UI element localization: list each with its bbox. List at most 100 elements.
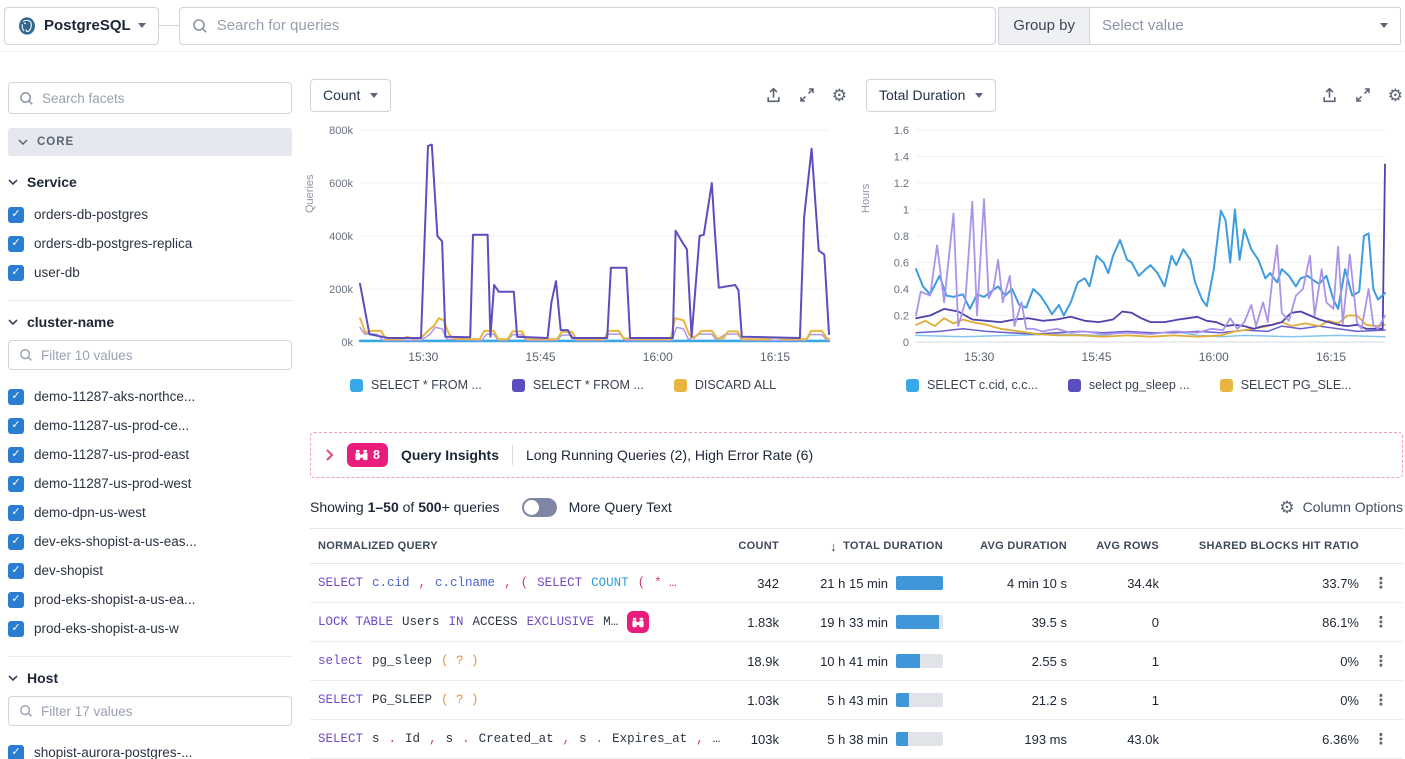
header-count[interactable]: COUNT	[721, 540, 779, 552]
duration-legend: SELECT c.cid, c.c... select pg_sleep ... S…	[906, 378, 1403, 392]
header-normalized-query[interactable]: NORMALIZED QUERY	[310, 540, 721, 552]
product-select[interactable]: PostgreSQL	[4, 7, 159, 45]
facet-item[interactable]: ✓prod-eks-shopist-a-us-ea...	[8, 585, 292, 614]
query-search-input[interactable]	[217, 17, 984, 34]
facet-title-service[interactable]: Service	[8, 174, 292, 190]
legend-item[interactable]: DISCARD ALL	[674, 378, 776, 392]
search-icon	[19, 704, 33, 718]
fullscreen-icon[interactable]	[1355, 87, 1371, 103]
total-duration-value: 21 h 15 min	[820, 576, 888, 591]
svg-text:15:30: 15:30	[964, 350, 994, 364]
table-row[interactable]: SELECT s. Id, s. Created_at, s. Expires_…	[310, 720, 1403, 759]
facet-title-label: Service	[27, 174, 77, 190]
facet-item[interactable]: ✓dev-shopist	[8, 556, 292, 585]
insight-badge-icon[interactable]	[627, 611, 649, 633]
checkbox-checked[interactable]: ✓	[8, 265, 24, 281]
query-token: PG_SLEEP	[372, 693, 432, 707]
checkbox-checked[interactable]: ✓	[8, 592, 24, 608]
table-row[interactable]: SELECT c.cid, c.clname, ( SELECT COUNT (…	[310, 564, 1403, 603]
facet-item[interactable]: ✓shopist-aurora-postgres-...	[8, 738, 292, 759]
more-query-text-toggle[interactable]	[522, 498, 557, 517]
divider	[512, 445, 513, 465]
metric-select[interactable]: Total Duration	[866, 79, 996, 112]
checkbox-checked[interactable]: ✓	[8, 389, 24, 405]
table-row[interactable]: select pg_sleep ( ? )18.9k10 h 41 min2.5…	[310, 642, 1403, 681]
list-toolbar: Showing 1–50 of 500+ queries More Query …	[310, 492, 1403, 522]
facet-filter-input[interactable]	[41, 348, 281, 363]
query-token: * …	[654, 576, 677, 590]
facet-item-label: demo-11287-us-prod-east	[34, 447, 189, 462]
facet-item[interactable]: ✓demo-11287-us-prod-west	[8, 469, 292, 498]
table-row[interactable]: LOCK TABLE Users IN ACCESS EXCLUSIVE M…1…	[310, 603, 1403, 642]
count-plot-area[interactable]: 0k200k400k600k800k15:3015:4516:0016:15	[310, 118, 847, 368]
header-avg-rows[interactable]: AVG ROWS	[1067, 540, 1159, 552]
facet-title-label: Host	[27, 670, 58, 686]
export-icon[interactable]	[1321, 87, 1338, 104]
checkbox-checked[interactable]: ✓	[8, 505, 24, 521]
legend-label: select pg_sleep ...	[1089, 378, 1190, 392]
facet-search-input[interactable]	[42, 91, 281, 106]
facet-item[interactable]: ✓ demo-11287-us-prod-east	[8, 440, 292, 469]
facet-item[interactable]: ✓user-db	[8, 258, 292, 287]
legend-item[interactable]: select pg_sleep ...	[1068, 378, 1190, 392]
total-duration-value: 10 h 41 min	[820, 654, 888, 669]
checkbox-checked[interactable]: ✓	[8, 563, 24, 579]
facet-item[interactable]: ✓demo-dpn-us-west	[8, 498, 292, 527]
facet-item[interactable]: ✓orders-db-postgres	[8, 200, 292, 229]
legend-item[interactable]: SELECT c.cid, c.c...	[906, 378, 1038, 392]
column-options-button[interactable]: ⚙ Column Options	[1279, 499, 1403, 516]
kebab-menu-icon[interactable]: ⋮	[1374, 731, 1389, 748]
checkbox-checked[interactable]: ✓	[8, 236, 24, 252]
checkbox-checked[interactable]: ✓	[8, 447, 24, 463]
facet-item[interactable]: ✓demo-11287-us-prod-ce...	[8, 411, 292, 440]
kebab-menu-icon[interactable]: ⋮	[1374, 575, 1389, 592]
kebab-menu-icon[interactable]: ⋮	[1374, 692, 1389, 709]
duration-chart[interactable]: Hours 00.20.40.60.811.21.41.615:3015:451…	[866, 118, 1403, 392]
series-purple-main	[360, 145, 829, 338]
cell-actions: ⋮	[1359, 652, 1403, 670]
checkbox-checked[interactable]: ✓	[8, 745, 24, 759]
duration-chart-panel: Total Duration ⚙ Hours 00.20.40.60.811.2…	[866, 78, 1403, 392]
gear-icon[interactable]: ⚙	[832, 87, 847, 104]
kebab-menu-icon[interactable]: ⋮	[1374, 653, 1389, 670]
total-duration-value: 5 h 43 min	[827, 693, 888, 708]
kebab-menu-icon[interactable]: ⋮	[1374, 614, 1389, 631]
legend-item[interactable]: SELECT PG_SLE...	[1220, 378, 1352, 392]
facet-filter-input[interactable]	[41, 704, 281, 719]
header-avg-duration[interactable]: AVG DURATION	[949, 540, 1067, 552]
metric-select[interactable]: Count	[310, 79, 391, 112]
count-chart[interactable]: Queries 0k200k400k600k800k15:3015:4516:0…	[310, 118, 847, 392]
cell-total-duration: 19 h 33 min	[779, 615, 949, 630]
header-total-duration[interactable]: ↓ TOTAL DURATION	[779, 539, 949, 554]
query-token: Id	[405, 732, 420, 746]
facet-title-cluster-name[interactable]: cluster-name	[8, 314, 292, 330]
facet-item[interactable]: ✓demo-11287-aks-northce...	[8, 382, 292, 411]
group-by-select[interactable]: Select value	[1089, 7, 1401, 45]
facet-item[interactable]: ✓orders-db-postgres-replica	[8, 229, 292, 258]
svg-text:1.4: 1.4	[894, 152, 909, 164]
chevron-down-icon	[975, 93, 983, 98]
checkbox-checked[interactable]: ✓	[8, 476, 24, 492]
gear-icon[interactable]: ⚙	[1388, 87, 1403, 104]
checkbox-checked[interactable]: ✓	[8, 621, 24, 637]
duration-plot-area[interactable]: 00.20.40.60.811.21.41.615:3015:4516:0016…	[866, 118, 1403, 368]
cell-count: 1.83k	[721, 615, 779, 630]
legend-item[interactable]: SELECT * FROM ...	[350, 378, 482, 392]
checkbox-checked[interactable]: ✓	[8, 207, 24, 223]
core-section-header[interactable]: CORE	[8, 128, 292, 156]
legend-item[interactable]: SELECT * FROM ...	[512, 378, 644, 392]
checkbox-checked[interactable]: ✓	[8, 418, 24, 434]
facet-item[interactable]: ✓prod-eks-shopist-a-us-w	[8, 614, 292, 643]
export-icon[interactable]	[765, 87, 782, 104]
fullscreen-icon[interactable]	[799, 87, 815, 103]
checkbox-checked[interactable]: ✓	[8, 534, 24, 550]
query-insights-banner[interactable]: 8 Query Insights Long Running Queries (2…	[310, 432, 1403, 478]
chevron-down-icon	[370, 93, 378, 98]
table-row[interactable]: SELECT PG_SLEEP ( ? )1.03k5 h 43 min21.2…	[310, 681, 1403, 720]
query-token: SELECT	[537, 576, 582, 590]
facet-item[interactable]: ✓dev-eks-shopist-a-us-eas...	[8, 527, 292, 556]
header-shared-blocks-hit-ratio[interactable]: SHARED BLOCKS HIT RATIO	[1159, 540, 1359, 552]
query-token: SELECT	[318, 693, 363, 707]
facet-title-label: cluster-name	[27, 314, 114, 330]
facet-title-host[interactable]: Host	[8, 670, 292, 686]
